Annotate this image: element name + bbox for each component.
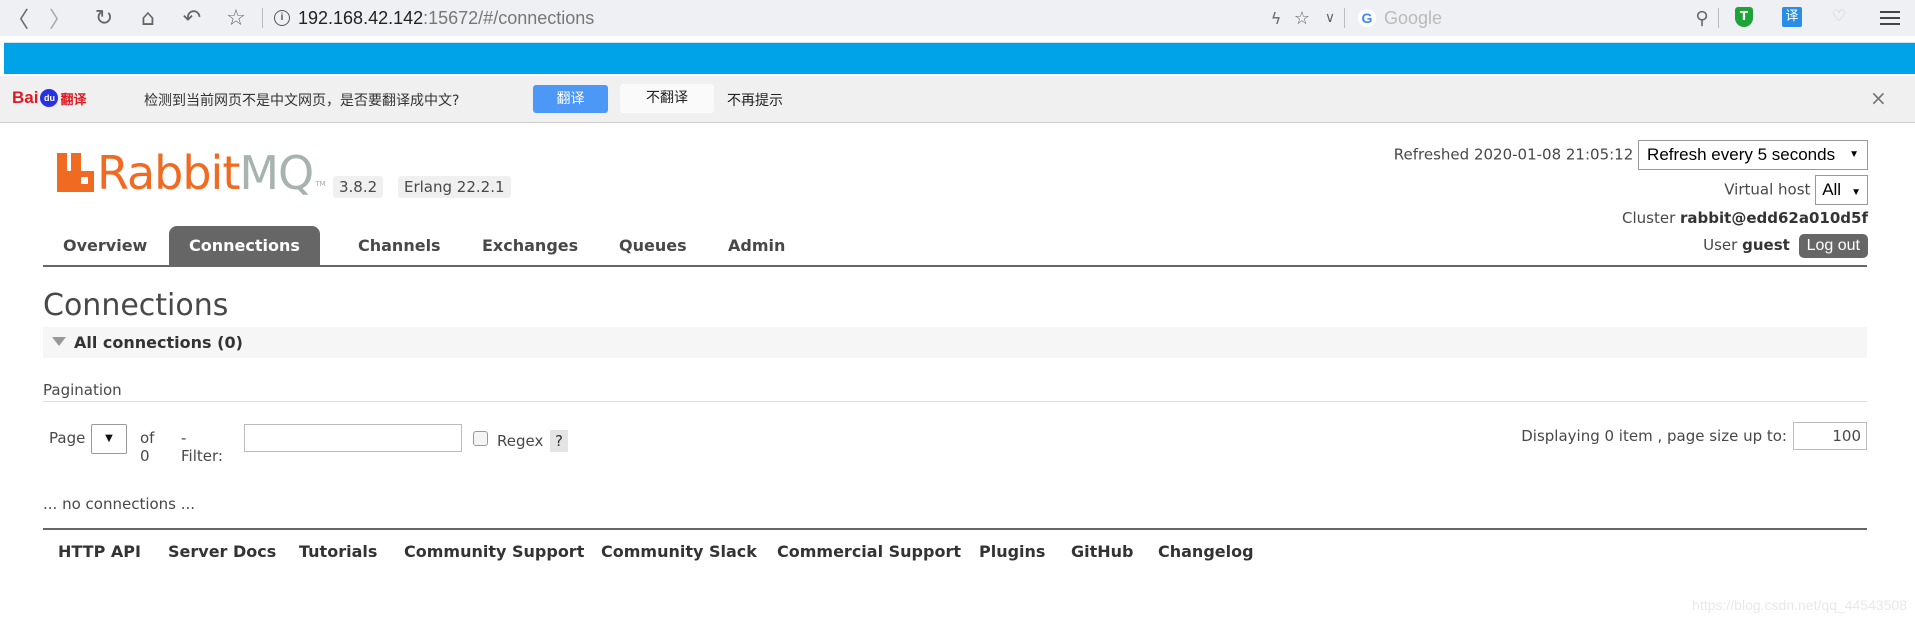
- footer-link-community-slack[interactable]: Community Slack: [601, 542, 757, 561]
- main-nav: Overview Connections Channels Exchanges …: [43, 226, 1867, 267]
- logo-fanyi: 翻译: [60, 91, 87, 107]
- collapse-triangle-icon: [52, 337, 66, 346]
- cluster-label: Cluster: [1622, 209, 1676, 227]
- version-badge: 3.8.2: [333, 176, 384, 198]
- lightning-icon[interactable]: ϟ: [1262, 4, 1290, 32]
- footer-link-http-api[interactable]: HTTP API: [58, 542, 141, 561]
- of-pages-label: of 0: [140, 429, 155, 465]
- page-size-row: Displaying 0 item , page size up to: 100: [1521, 422, 1867, 450]
- baidu-translate-logo: Bai du 翻译: [12, 88, 86, 108]
- toolbar-divider: [1718, 8, 1719, 28]
- url-host: 192.168.42.142: [298, 7, 424, 28]
- regex-label: Regex: [497, 432, 544, 450]
- footer-link-community-support[interactable]: Community Support: [404, 542, 584, 561]
- menu-icon[interactable]: [1880, 8, 1900, 26]
- search-placeholder: Google: [1384, 7, 1443, 28]
- help-button[interactable]: ?: [550, 430, 568, 452]
- info-icon[interactable]: i: [274, 10, 290, 26]
- dropdown-arrow-icon: ▼: [1851, 187, 1861, 198]
- rabbitmq-mark-icon: [57, 153, 94, 192]
- search-box[interactable]: G Google: [1358, 6, 1442, 30]
- tab-connections[interactable]: Connections: [169, 226, 320, 265]
- erlang-badge: Erlang 22.2.1: [398, 176, 511, 198]
- no-translate-button[interactable]: 不翻译: [620, 84, 714, 113]
- footer-link-plugins[interactable]: Plugins: [979, 542, 1045, 561]
- empty-message: ... no connections ...: [43, 495, 196, 513]
- back-icon[interactable]: 〈: [4, 4, 32, 33]
- refresh-select-value: Refresh every 5 seconds: [1647, 145, 1836, 164]
- refresh-select[interactable]: Refresh every 5 seconds ▼: [1638, 140, 1868, 170]
- home-icon[interactable]: ⌂: [134, 4, 162, 32]
- toolbar-divider: [1344, 8, 1345, 28]
- rabbitmq-logo[interactable]: RabbitMQ TM: [57, 148, 326, 198]
- dropdown-arrow-icon: ▼: [1849, 149, 1859, 160]
- toolbar-divider: [262, 8, 263, 28]
- tab-channels[interactable]: Channels: [338, 226, 461, 265]
- footer-link-tutorials[interactable]: Tutorials: [299, 542, 377, 561]
- url-path: :15672/#/connections: [423, 7, 595, 28]
- footer-links: HTTP API Server Docs Tutorials Community…: [43, 528, 1867, 570]
- regex-checkbox[interactable]: [473, 431, 488, 446]
- cluster-value: rabbit@edd62a010d5f: [1680, 209, 1868, 227]
- undo-icon[interactable]: ↶: [178, 4, 206, 32]
- address-bar[interactable]: i 192.168.42.142:15672/#/connections: [274, 6, 594, 30]
- tab-admin[interactable]: Admin: [708, 226, 805, 265]
- reload-icon[interactable]: ↻: [90, 4, 118, 32]
- refresh-row: Refreshed 2020-01-08 21:05:12 Refresh ev…: [1394, 140, 1868, 170]
- vhost-select[interactable]: All ▼: [1815, 175, 1868, 205]
- footer-link-server-docs[interactable]: Server Docs: [168, 542, 276, 561]
- translate-bar: Bai du 翻译 检测到当前网页不是中文网页，是否要翻译成中文? 翻译 不翻译…: [0, 76, 1915, 123]
- logo-mq: MQ: [239, 146, 314, 200]
- close-icon[interactable]: ×: [1870, 86, 1887, 110]
- cluster-row: Cluster rabbit@edd62a010d5f: [1622, 209, 1868, 227]
- pagination-label: Pagination: [43, 381, 122, 399]
- displaying-label: Displaying 0 item , page size up to:: [1521, 427, 1787, 445]
- footer-link-changelog[interactable]: Changelog: [1158, 542, 1254, 561]
- forward-icon[interactable]: 〉: [46, 4, 74, 33]
- watermark: https://blog.csdn.net/qq_44543508: [1692, 597, 1907, 613]
- section-label: All connections (0): [74, 333, 243, 352]
- chevron-down-icon[interactable]: ∨: [1316, 4, 1344, 32]
- blue-banner: [4, 42, 1915, 74]
- bookmark-star-icon[interactable]: ☆: [222, 4, 250, 32]
- tab-queues[interactable]: Queues: [599, 226, 707, 265]
- logo-tm: TM: [315, 180, 326, 188]
- translate-message: 检测到当前网页不是中文网页，是否要翻译成中文?: [144, 93, 460, 109]
- tab-exchanges[interactable]: Exchanges: [462, 226, 598, 265]
- footer-link-commercial-support[interactable]: Commercial Support: [777, 542, 961, 561]
- vhost-label: Virtual host: [1724, 180, 1811, 199]
- pagination-divider: [43, 401, 1867, 402]
- footer-link-github[interactable]: GitHub: [1071, 542, 1134, 561]
- tab-overview[interactable]: Overview: [43, 226, 167, 265]
- baidu-paw-icon: du: [40, 89, 59, 107]
- refreshed-label: Refreshed 2020-01-08 21:05:12: [1393, 145, 1634, 164]
- vhost-row: Virtual host All ▼: [1724, 175, 1868, 205]
- page-label: Page: [49, 429, 86, 447]
- page-size-input[interactable]: 100: [1793, 422, 1867, 450]
- never-prompt-link[interactable]: 不再提示: [727, 90, 783, 110]
- page-select[interactable]: ▼: [91, 424, 127, 454]
- shield-extension-icon[interactable]: T: [1735, 7, 1753, 27]
- search-icon[interactable]: ⚲: [1688, 4, 1716, 32]
- star-icon[interactable]: ☆: [1288, 4, 1316, 32]
- dropdown-arrow-icon: ▼: [105, 433, 113, 444]
- all-connections-section-toggle[interactable]: All connections (0): [43, 327, 1867, 358]
- logo-bai: Bai: [12, 88, 39, 107]
- browser-toolbar: 〈 〉 ↻ ⌂ ↶ ☆ i 192.168.42.142:15672/#/con…: [0, 0, 1915, 36]
- logo-rabbit: Rabbit: [97, 146, 240, 200]
- filter-label: - Filter:: [181, 429, 223, 465]
- vhost-select-value: All: [1822, 180, 1842, 199]
- google-icon: G: [1358, 9, 1376, 27]
- translate-extension-icon[interactable]: 译: [1782, 7, 1802, 27]
- pocket-extension-icon[interactable]: ♡: [1830, 6, 1848, 26]
- translate-button[interactable]: 翻译: [533, 85, 608, 113]
- page-title: Connections: [43, 288, 229, 323]
- filter-input[interactable]: [244, 424, 462, 452]
